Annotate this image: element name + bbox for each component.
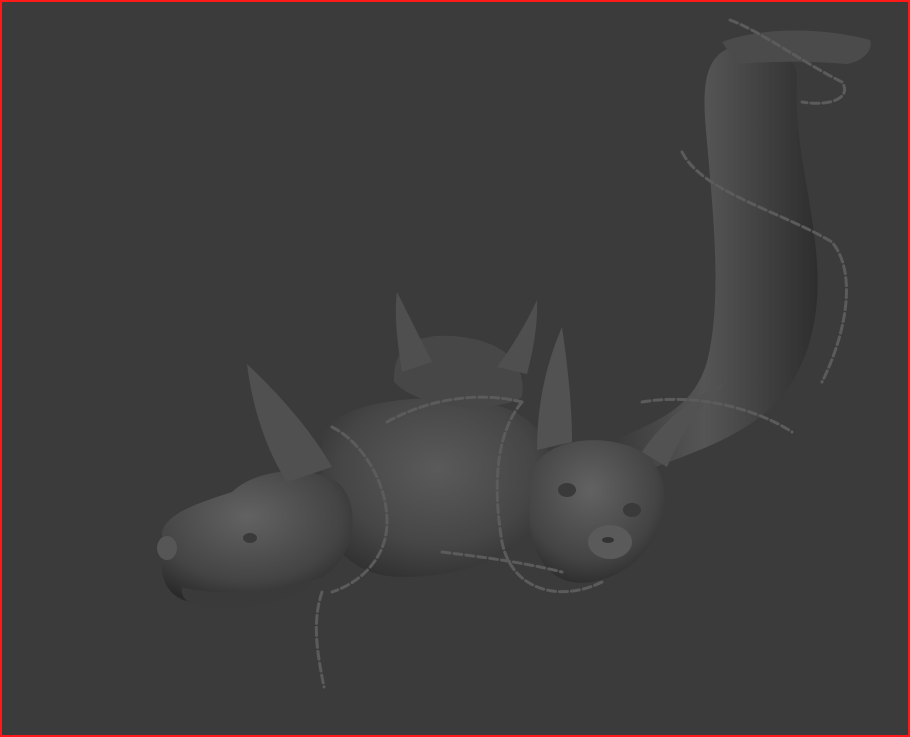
- tail: [612, 43, 818, 472]
- chain-hanging: [314, 590, 326, 689]
- cerberus-model[interactable]: [2, 2, 908, 735]
- right-head: [529, 327, 727, 583]
- left-head: [157, 364, 353, 608]
- left-head-ear: [247, 364, 332, 482]
- left-head-eye: [243, 533, 257, 543]
- right-head-eye-left: [558, 483, 576, 497]
- middle-head-ear-left: [395, 292, 432, 372]
- sculpt-viewport[interactable]: [0, 0, 910, 737]
- right-head-eye-right: [623, 503, 641, 517]
- right-head-ear-left: [537, 327, 572, 450]
- right-head-nostril: [602, 537, 614, 543]
- tail-tip: [722, 30, 871, 64]
- torso: [322, 398, 552, 577]
- middle-head-ear-right: [497, 300, 538, 374]
- left-head-nose: [157, 536, 177, 560]
